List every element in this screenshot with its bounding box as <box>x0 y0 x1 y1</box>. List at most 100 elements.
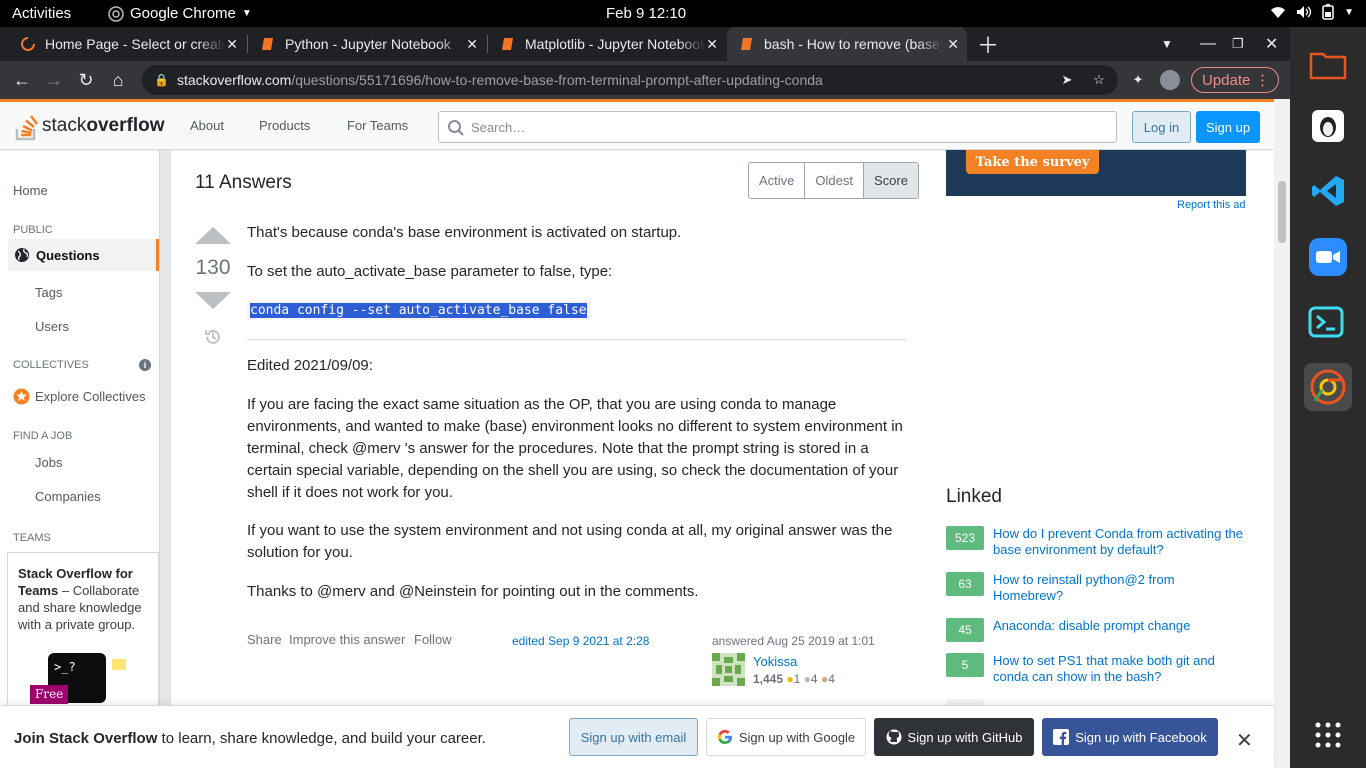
bookmark-star-icon[interactable]: ☆ <box>1089 70 1109 90</box>
sort-tab-score[interactable]: Score <box>863 163 918 198</box>
close-tab-icon[interactable]: ✕ <box>706 36 718 53</box>
sort-tab-active[interactable]: Active <box>749 163 806 198</box>
info-icon[interactable]: i <box>139 359 151 371</box>
back-button[interactable]: ← <box>11 69 33 91</box>
sidebar-item-explore-collectives[interactable]: Explore Collectives <box>13 388 146 405</box>
ubuntu-dock <box>1290 27 1366 768</box>
logo-text-bold: overflow <box>86 115 165 136</box>
update-label: Update <box>1202 71 1251 89</box>
sidebar-item-home[interactable]: Home <box>13 183 48 198</box>
vscode-icon[interactable] <box>1304 167 1352 215</box>
sign-up-google-button[interactable]: Sign up with Google <box>706 718 866 756</box>
files-folder-icon[interactable] <box>1304 40 1352 88</box>
edited-timestamp-link[interactable]: edited Sep 9 2021 at 2:28 <box>512 634 649 648</box>
chrome-dock-icon[interactable] <box>1304 363 1352 411</box>
zoom-icon[interactable] <box>1304 233 1352 281</box>
tab-search-icon[interactable]: ▼ <box>1161 27 1173 61</box>
forward-button[interactable]: → <box>43 69 65 91</box>
history-icon[interactable] <box>203 327 223 347</box>
extensions-puzzle-icon[interactable]: ✦ <box>1128 70 1148 90</box>
reload-button[interactable]: ↻ <box>75 69 97 91</box>
close-tab-icon[interactable]: ✕ <box>947 36 959 53</box>
sidebar-item-tags[interactable]: Tags <box>35 285 62 300</box>
page-scrollbar[interactable] <box>1274 99 1290 768</box>
terminal-app-icon[interactable] <box>1304 299 1352 347</box>
sidebar-item-users[interactable]: Users <box>35 319 69 334</box>
downvote-arrow-icon[interactable] <box>195 292 231 309</box>
sign-up-facebook-button[interactable]: Sign up with Facebook <box>1042 718 1218 756</box>
new-tab-button[interactable]: ＋ <box>977 27 999 61</box>
kebab-menu-icon: ⋮ <box>1255 72 1270 89</box>
wifi-icon <box>1271 7 1286 18</box>
gold-badge-icon: ● <box>786 672 794 686</box>
answer-paragraph: That's because conda's base environment … <box>247 224 682 241</box>
send-tab-icon[interactable]: ➤ <box>1057 70 1077 90</box>
sign-up-email-button[interactable]: Sign up with email <box>569 718 698 756</box>
sidebar-item-companies[interactable]: Companies <box>35 489 101 504</box>
search-placeholder: Search… <box>471 119 526 135</box>
show-applications-grid-icon[interactable] <box>1304 711 1352 759</box>
nav-about[interactable]: About <box>190 118 224 133</box>
nav-for-teams[interactable]: For Teams <box>347 118 408 133</box>
upvote-arrow-icon[interactable] <box>195 227 231 244</box>
sort-tab-oldest[interactable]: Oldest <box>805 163 864 198</box>
follow-link[interactable]: Follow <box>414 632 452 647</box>
close-tab-icon[interactable]: ✕ <box>226 36 238 53</box>
browser-tab[interactable]: Home Page - Select or create a notebook … <box>8 27 246 61</box>
gold-badge-count: 1 <box>793 672 801 686</box>
lock-icon: 🔒 <box>154 73 169 87</box>
scrollbar-thumb[interactable] <box>1278 181 1286 243</box>
answer-paragraph: To set the auto_activate_base parameter … <box>247 263 613 280</box>
activities-button[interactable]: Activities <box>12 5 71 22</box>
close-tab-icon[interactable]: ✕ <box>466 36 478 53</box>
log-in-button[interactable]: Log in <box>1132 111 1191 143</box>
minimize-button[interactable]: — <box>1200 27 1216 61</box>
update-chrome-button[interactable]: Update ⋮ <box>1191 67 1279 93</box>
app-menu[interactable]: Google Chrome ▼ <box>108 5 252 22</box>
caret-down-icon: ▼ <box>241 8 252 19</box>
close-window-button[interactable]: ✕ <box>1265 27 1278 61</box>
close-banner-icon[interactable]: ✕ <box>1236 728 1253 753</box>
browser-tab-active[interactable]: bash - How to remove (base) from termina… <box>727 27 967 61</box>
nav-products[interactable]: Products <box>259 118 310 133</box>
take-survey-button[interactable]: Take the survey <box>966 150 1099 174</box>
answer-paragraph: Edited 2021/09/09: <box>247 357 373 374</box>
linked-question-link[interactable]: Anaconda: disable prompt change <box>993 618 1246 634</box>
sign-up-button[interactable]: Sign up <box>1196 111 1260 143</box>
stackoverflow-header: stack overflow About Products For Teams S… <box>0 102 1274 150</box>
advertisement[interactable]: Take the survey <box>946 150 1246 196</box>
sign-up-github-button[interactable]: Sign up with GitHub <box>874 718 1034 756</box>
browser-tab[interactable]: Python - Jupyter Notebook ✕ <box>248 27 486 61</box>
divider <box>247 339 907 340</box>
user-reputation: 1,445 ●1 ●4 ●4 <box>753 672 835 686</box>
tux-app-icon[interactable] <box>1304 102 1352 150</box>
sidebar-item-questions[interactable]: Questions <box>8 239 159 271</box>
globe-icon <box>15 248 29 262</box>
linked-question-link[interactable]: How do I prevent Conda from activating t… <box>993 526 1246 558</box>
banner-rest: to learn, share knowledge, and build you… <box>157 730 486 747</box>
improve-answer-link[interactable]: Improve this answer <box>289 632 405 647</box>
button-label: Sign up with Facebook <box>1075 729 1207 745</box>
restore-button[interactable]: ❐ <box>1232 27 1244 61</box>
system-tray[interactable]: ▼ <box>1270 4 1354 20</box>
jupyter-spinner-icon <box>20 36 36 52</box>
user-name-link[interactable]: Yokissa <box>753 654 797 669</box>
linked-question-link[interactable]: How to set PS1 that make both git and co… <box>993 653 1246 685</box>
search-input[interactable]: Search… <box>438 111 1117 143</box>
browser-tab[interactable]: Matplotlib - Jupyter Notebook ✕ <box>488 27 726 61</box>
answers-count-heading: 11 Answers <box>195 172 292 193</box>
report-ad-link[interactable]: Report this ad <box>1177 199 1245 211</box>
address-bar[interactable]: 🔒 stackoverflow.com/questions/55171696/h… <box>142 65 1118 95</box>
code-block[interactable]: conda config --set auto_activate_base fa… <box>247 301 590 320</box>
system-top-bar: Activities Google Chrome ▼ Feb 9 12:10 ▼ <box>0 0 1366 27</box>
sidebar-item-jobs[interactable]: Jobs <box>35 455 62 470</box>
bronze-badge-count: 4 <box>828 672 835 686</box>
profile-avatar[interactable] <box>1160 70 1180 90</box>
clock[interactable]: Feb 9 12:10 <box>606 5 686 22</box>
stackoverflow-logo[interactable]: stack overflow <box>14 111 164 141</box>
home-button[interactable]: ⌂ <box>107 69 129 91</box>
share-link[interactable]: Share <box>247 632 282 647</box>
user-avatar[interactable] <box>712 653 745 686</box>
reputation-score: 1,445 <box>753 672 784 686</box>
linked-question-link[interactable]: How to reinstall python@2 from Homebrew? <box>993 572 1246 604</box>
